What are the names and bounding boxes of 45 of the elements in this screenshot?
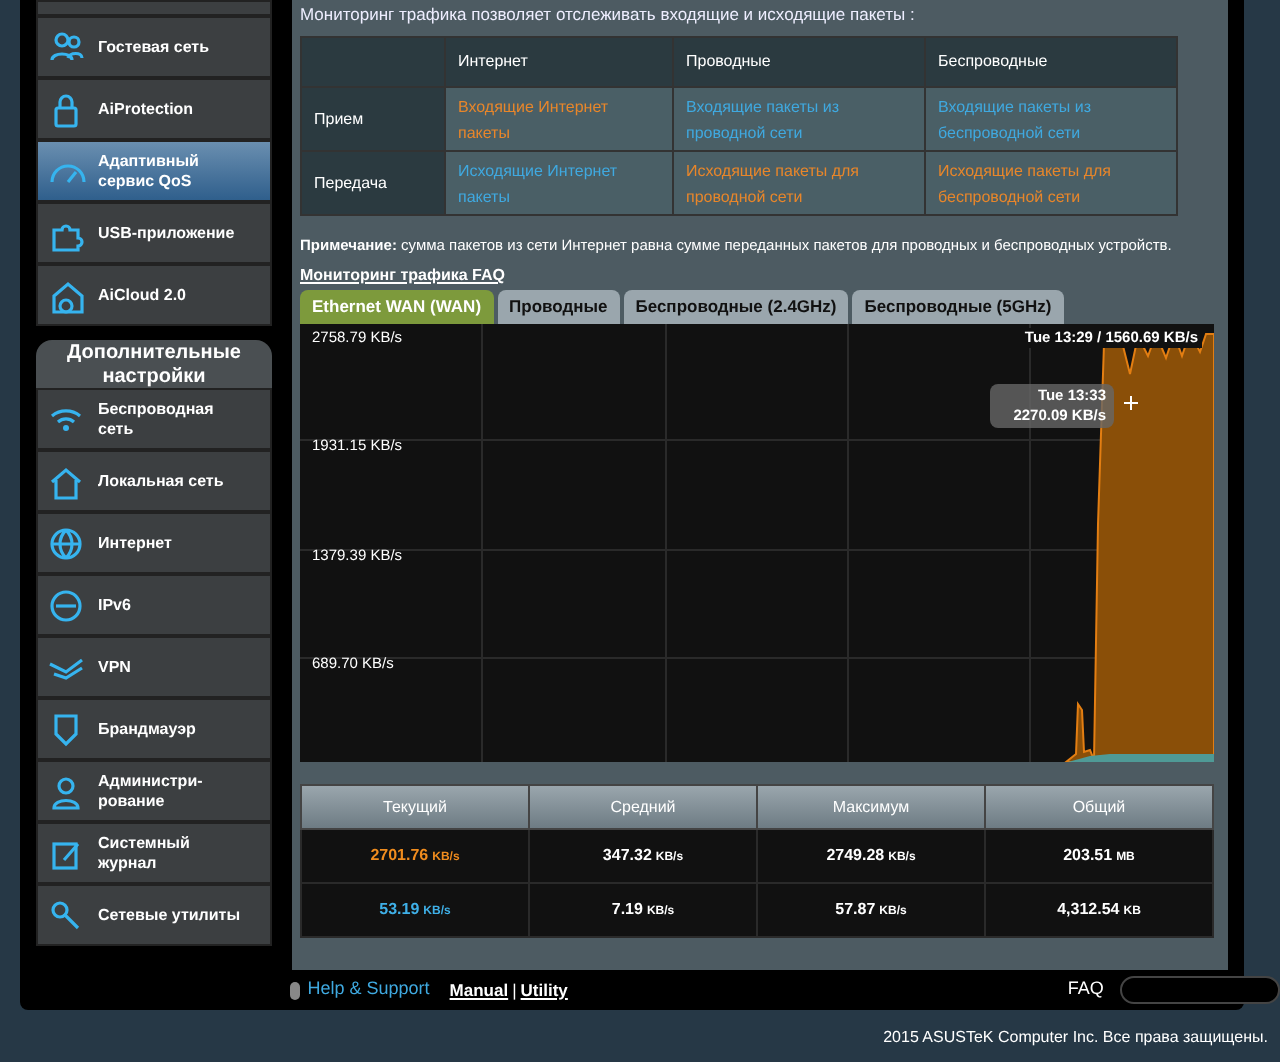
sidebar-item[interactable]: IPv6 bbox=[36, 574, 272, 636]
sidebar-item[interactable]: Брандмауэр bbox=[36, 698, 272, 760]
tab[interactable]: Проводные bbox=[497, 290, 620, 324]
column-header: Средний bbox=[529, 785, 757, 829]
sidebar-item[interactable]: Гостевая сеть bbox=[36, 16, 272, 78]
sidebar-item[interactable]: Интернет bbox=[36, 512, 272, 574]
sidebar-item[interactable]: VPN bbox=[36, 636, 272, 698]
sidebar-item[interactable]: Системный журнал bbox=[36, 822, 272, 884]
faq-label: FAQ bbox=[1067, 976, 1104, 1003]
table-cell: Исходящие Интернет пакеты bbox=[445, 151, 673, 215]
column-header: Общий bbox=[985, 785, 1213, 829]
faq-link[interactable]: Мониторинг трафика FAQ bbox=[300, 266, 505, 284]
description-text: Мониторинг трафика позволяет отслеживать входящие и исходящие пакеты : bbox=[300, 2, 917, 28]
sidebar-item[interactable]: Администри-рование bbox=[36, 760, 272, 822]
sidebar-item[interactable]: Беспроводная сеть bbox=[36, 388, 272, 450]
section-header: Дополнительные настройки bbox=[65, 340, 243, 388]
table-cell: Входящие пакеты из проводной сети bbox=[673, 87, 925, 151]
sidebar-item[interactable]: Сетевые утилиты bbox=[36, 884, 272, 946]
faq-search-field[interactable] bbox=[1119, 976, 1280, 1004]
tab[interactable]: Беспроводные (5GHz) bbox=[852, 290, 1064, 324]
sidebar-item[interactable]: USB-приложение bbox=[36, 202, 272, 264]
help-link[interactable]: Help & Support bbox=[307, 976, 430, 1004]
utility-link[interactable]: Utility bbox=[520, 977, 568, 1003]
column-header: Максимум bbox=[757, 785, 985, 829]
row-header: Передача bbox=[301, 151, 445, 215]
crosshair-icon bbox=[1124, 396, 1138, 410]
person-icon bbox=[46, 771, 86, 811]
sidebar-item[interactable] bbox=[36, 0, 272, 16]
sidebar-item[interactable]: AiProtection bbox=[36, 78, 272, 140]
sidebar-item[interactable]: Адаптивный сервис QoS bbox=[36, 140, 272, 202]
copyright-text: 2015 ASUSTeK Computer Inc. Все права защищены. bbox=[883, 1026, 1268, 1050]
table-cell: Входящие Интернет пакеты bbox=[445, 87, 673, 151]
sidebar-item[interactable]: AiCloud 2.0 bbox=[36, 264, 272, 326]
manual-link[interactable]: Manual bbox=[449, 977, 509, 1003]
table-cell: Исходящие пакеты для проводной сети bbox=[673, 151, 925, 215]
tab[interactable]: Беспроводные (2.4GHz) bbox=[623, 290, 849, 324]
column-header: Текущий bbox=[301, 785, 529, 829]
table-cell: Входящие пакеты из беспроводной сети bbox=[925, 87, 1177, 151]
column-header: Проводные bbox=[673, 37, 925, 87]
row-header: Прием bbox=[301, 87, 445, 151]
sidebar-item[interactable]: Локальная сеть bbox=[36, 450, 272, 512]
table-cell: Исходящие пакеты для беспроводной сети bbox=[925, 151, 1177, 215]
column-header: Беспроводные bbox=[925, 37, 1177, 87]
column-header: Интернет bbox=[445, 37, 673, 87]
link-separator: | bbox=[512, 977, 517, 1003]
